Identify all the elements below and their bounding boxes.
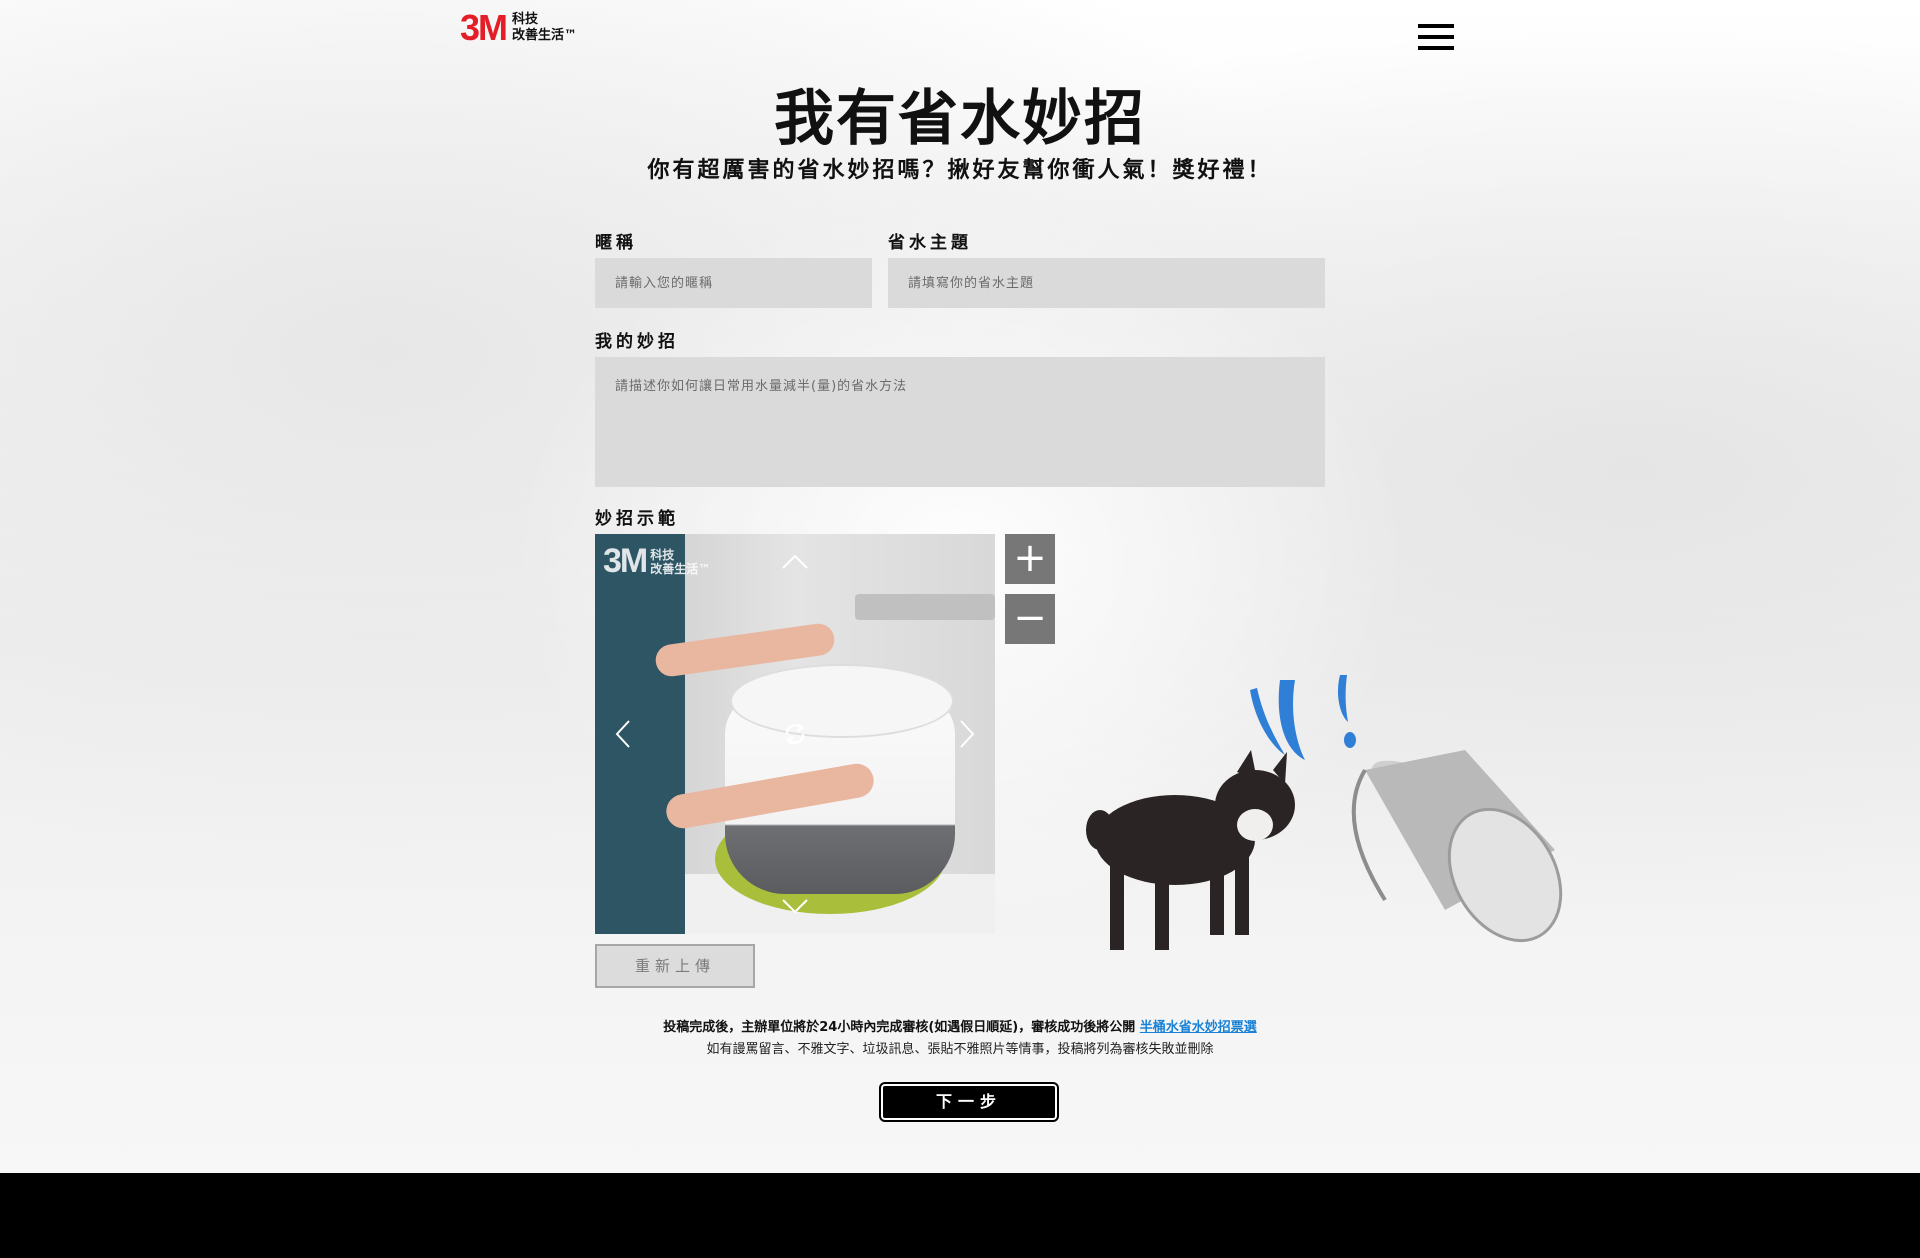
logo-tagline: 科技 改善生活™	[512, 12, 577, 44]
chevron-down-icon[interactable]	[780, 896, 810, 916]
menu-bar	[1418, 46, 1454, 50]
zoom-in-button[interactable]: +	[1005, 534, 1055, 584]
chevron-up-icon[interactable]	[780, 552, 810, 572]
logo-tagline-line1: 科技	[512, 12, 539, 27]
brand-logo[interactable]: 3M 科技 改善生活™	[460, 7, 577, 48]
watermark-line1: 科技	[650, 547, 675, 562]
theme-label: 省水主題	[888, 233, 972, 253]
watermark-mark: 3M	[603, 542, 648, 580]
logo-mark: 3M	[460, 7, 508, 48]
nickname-label: 暱稱	[595, 233, 637, 253]
dog	[1086, 750, 1295, 950]
photo-pot-lid	[730, 664, 954, 738]
tipped-bucket	[1351, 750, 1563, 943]
chevron-left-icon[interactable]	[613, 718, 633, 750]
watermark-tagline: 科技 改善生活™	[650, 548, 710, 576]
photo-person	[595, 534, 685, 934]
page-title: 我有省水妙招	[774, 84, 1146, 154]
photo-faucet	[855, 594, 995, 620]
moderation-note: 如有謾罵留言、不雅文字、垃圾訊息、張貼不雅照片等情事，投稿將列為審核失敗並刪除	[706, 1042, 1214, 1057]
watermark-logo: 3M 科技 改善生活™	[603, 542, 710, 581]
menu-bar	[1418, 35, 1454, 39]
tip-textarea[interactable]	[595, 357, 1325, 487]
watermark-line2: 改善生活™	[650, 561, 711, 576]
logo-tagline-line2: 改善生活™	[512, 28, 578, 43]
rotate-icon[interactable]	[779, 718, 811, 750]
next-step-button[interactable]: 下一步	[881, 1084, 1057, 1120]
tip-label: 我的妙招	[595, 332, 679, 352]
hamburger-icon[interactable]	[1418, 24, 1454, 50]
reupload-button[interactable]: 重新上傳	[595, 944, 755, 988]
footer-bar	[0, 1173, 1920, 1258]
zoom-out-button[interactable]: −	[1005, 594, 1055, 644]
page-subtitle: 你有超厲害的省水妙招嗎？揪好友幫你衝人氣！獎好禮！	[647, 158, 1273, 183]
chevron-right-icon[interactable]	[957, 718, 977, 750]
submission-note: 投稿完成後，主辦單位將於24小時內完成審核(如遇假日順延)，審核成功後將公開 半…	[0, 1016, 1920, 1035]
water-splash	[1250, 675, 1356, 760]
nickname-input[interactable]	[595, 258, 872, 308]
uploaded-image-preview[interactable]: 3M 科技 改善生活™	[595, 534, 995, 934]
vote-link[interactable]: 半桶水省水妙招票選	[1140, 1020, 1257, 1035]
dog-bucket-illustration	[1086, 675, 1563, 950]
theme-input[interactable]	[888, 258, 1325, 308]
demo-label: 妙招示範	[595, 509, 679, 529]
menu-bar	[1418, 24, 1454, 28]
submission-note-text: 投稿完成後，主辦單位將於24小時內完成審核(如遇假日順延)，審核成功後將公開	[663, 1020, 1136, 1035]
